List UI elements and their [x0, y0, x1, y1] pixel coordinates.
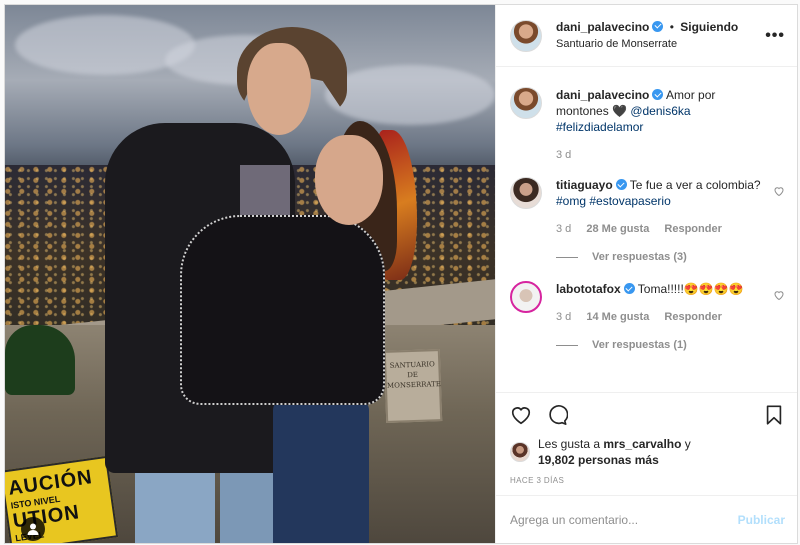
verified-icon: [652, 20, 664, 32]
heart-icon[interactable]: [773, 289, 785, 301]
comment-username[interactable]: titiaguayo: [556, 178, 613, 192]
comment-username[interactable]: labototafox: [556, 282, 621, 296]
action-bar: [496, 392, 797, 436]
reply-button[interactable]: Responder: [664, 311, 721, 323]
likes-and: y: [684, 437, 691, 451]
like-heart-icon[interactable]: [510, 404, 532, 426]
woman-head: [315, 135, 383, 225]
verified-icon: [652, 89, 664, 100]
avatar[interactable]: [510, 177, 542, 209]
caption-time[interactable]: 3 d: [556, 149, 571, 161]
user-tag-icon[interactable]: [21, 517, 45, 541]
divider: [556, 256, 578, 258]
comment-body: labototafox Toma!!!!!😍😍😍😍 3 d 14 Me gust…: [556, 281, 785, 325]
man-head: [247, 43, 311, 135]
avatar[interactable]: [510, 19, 542, 52]
more-options-icon[interactable]: •••: [765, 27, 785, 45]
comment-bubble-icon[interactable]: [546, 404, 568, 426]
view-replies-label: Ver respuestas (1): [592, 339, 687, 351]
comment: titiaguayo Te fue a ver a colombia? #omg…: [510, 177, 785, 237]
caption: dani_palavecino Amor por montones 🖤 @den…: [510, 87, 785, 163]
comment-input[interactable]: Agrega un comentario...: [510, 513, 738, 527]
comment-likes[interactable]: 14 Me gusta: [586, 311, 649, 323]
reply-button[interactable]: Responder: [664, 223, 721, 235]
caption-body: dani_palavecino Amor por montones 🖤 @den…: [556, 87, 785, 163]
cloud: [325, 65, 495, 125]
add-comment-bar: Agrega un comentario... Publicar: [496, 495, 797, 543]
header-text: dani_palavecino • Siguiendo Santuario de…: [556, 19, 765, 53]
likes-count[interactable]: 19,802 personas más: [538, 453, 659, 467]
location-link[interactable]: Santuario de Monserrate: [556, 36, 765, 53]
avatar[interactable]: [510, 281, 542, 313]
hashtag-link[interactable]: #felizdiadelamor: [556, 120, 643, 134]
publish-button[interactable]: Publicar: [738, 513, 785, 527]
follow-button[interactable]: Siguiendo: [680, 20, 738, 34]
comment-text: Toma!!!!!😍😍😍😍: [637, 282, 744, 296]
post-time[interactable]: HACE 3 DÍAS: [496, 468, 797, 495]
liker-username[interactable]: mrs_carvalho: [603, 437, 681, 451]
likes-summary: Les gusta a mrs_carvalho y 19,802 person…: [496, 436, 797, 468]
view-replies-label: Ver respuestas (3): [592, 251, 687, 263]
verified-icon: [623, 283, 635, 294]
hashtag-link[interactable]: #omg #estovapaserio: [556, 194, 671, 208]
comment-text: Te fue a ver a colombia?: [629, 178, 761, 192]
comment: labototafox Toma!!!!!😍😍😍😍 3 d 14 Me gust…: [510, 281, 785, 325]
plaque: SANTUARIO DE MONSERRATE: [383, 349, 443, 423]
avatar[interactable]: [510, 442, 530, 462]
comment-time[interactable]: 3 d: [556, 223, 571, 235]
likes-text: Les gusta a mrs_carvalho y 19,802 person…: [538, 436, 691, 468]
caption-meta: 3 d: [556, 147, 763, 163]
bookmark-icon[interactable]: [763, 404, 785, 426]
comment-meta: 3 d 28 Me gusta Responder: [556, 221, 763, 237]
woman-jeans: [273, 400, 369, 543]
comments-section: dani_palavecino Amor por montones 🖤 @den…: [496, 67, 797, 392]
instagram-post: SANTUARIO DE MONSERRATE AUCIÓN ISTO NIVE…: [4, 4, 798, 544]
header-username[interactable]: dani_palavecino: [556, 20, 649, 34]
woman-jacket: [180, 215, 385, 405]
view-replies-button[interactable]: Ver respuestas (1): [556, 339, 785, 351]
heart-icon[interactable]: [773, 185, 785, 197]
separator: •: [669, 19, 674, 34]
post-sidebar: dani_palavecino • Siguiendo Santuario de…: [495, 5, 797, 543]
comment-meta: 3 d 14 Me gusta Responder: [556, 309, 763, 325]
comment-body: titiaguayo Te fue a ver a colombia? #omg…: [556, 177, 785, 237]
person-icon: [27, 523, 39, 535]
avatar[interactable]: [510, 87, 542, 119]
verified-icon: [615, 179, 627, 190]
post-header: dani_palavecino • Siguiendo Santuario de…: [496, 5, 797, 67]
divider: [556, 344, 578, 346]
caption-username[interactable]: dani_palavecino: [556, 88, 649, 102]
comment-time[interactable]: 3 d: [556, 311, 571, 323]
trees: [5, 325, 75, 395]
mention-link[interactable]: @denis6ka: [630, 104, 690, 118]
comment-likes[interactable]: 28 Me gusta: [586, 223, 649, 235]
post-photo[interactable]: SANTUARIO DE MONSERRATE AUCIÓN ISTO NIVE…: [5, 5, 495, 543]
likes-prefix: Les gusta a: [538, 437, 601, 451]
view-replies-button[interactable]: Ver respuestas (3): [556, 251, 785, 263]
